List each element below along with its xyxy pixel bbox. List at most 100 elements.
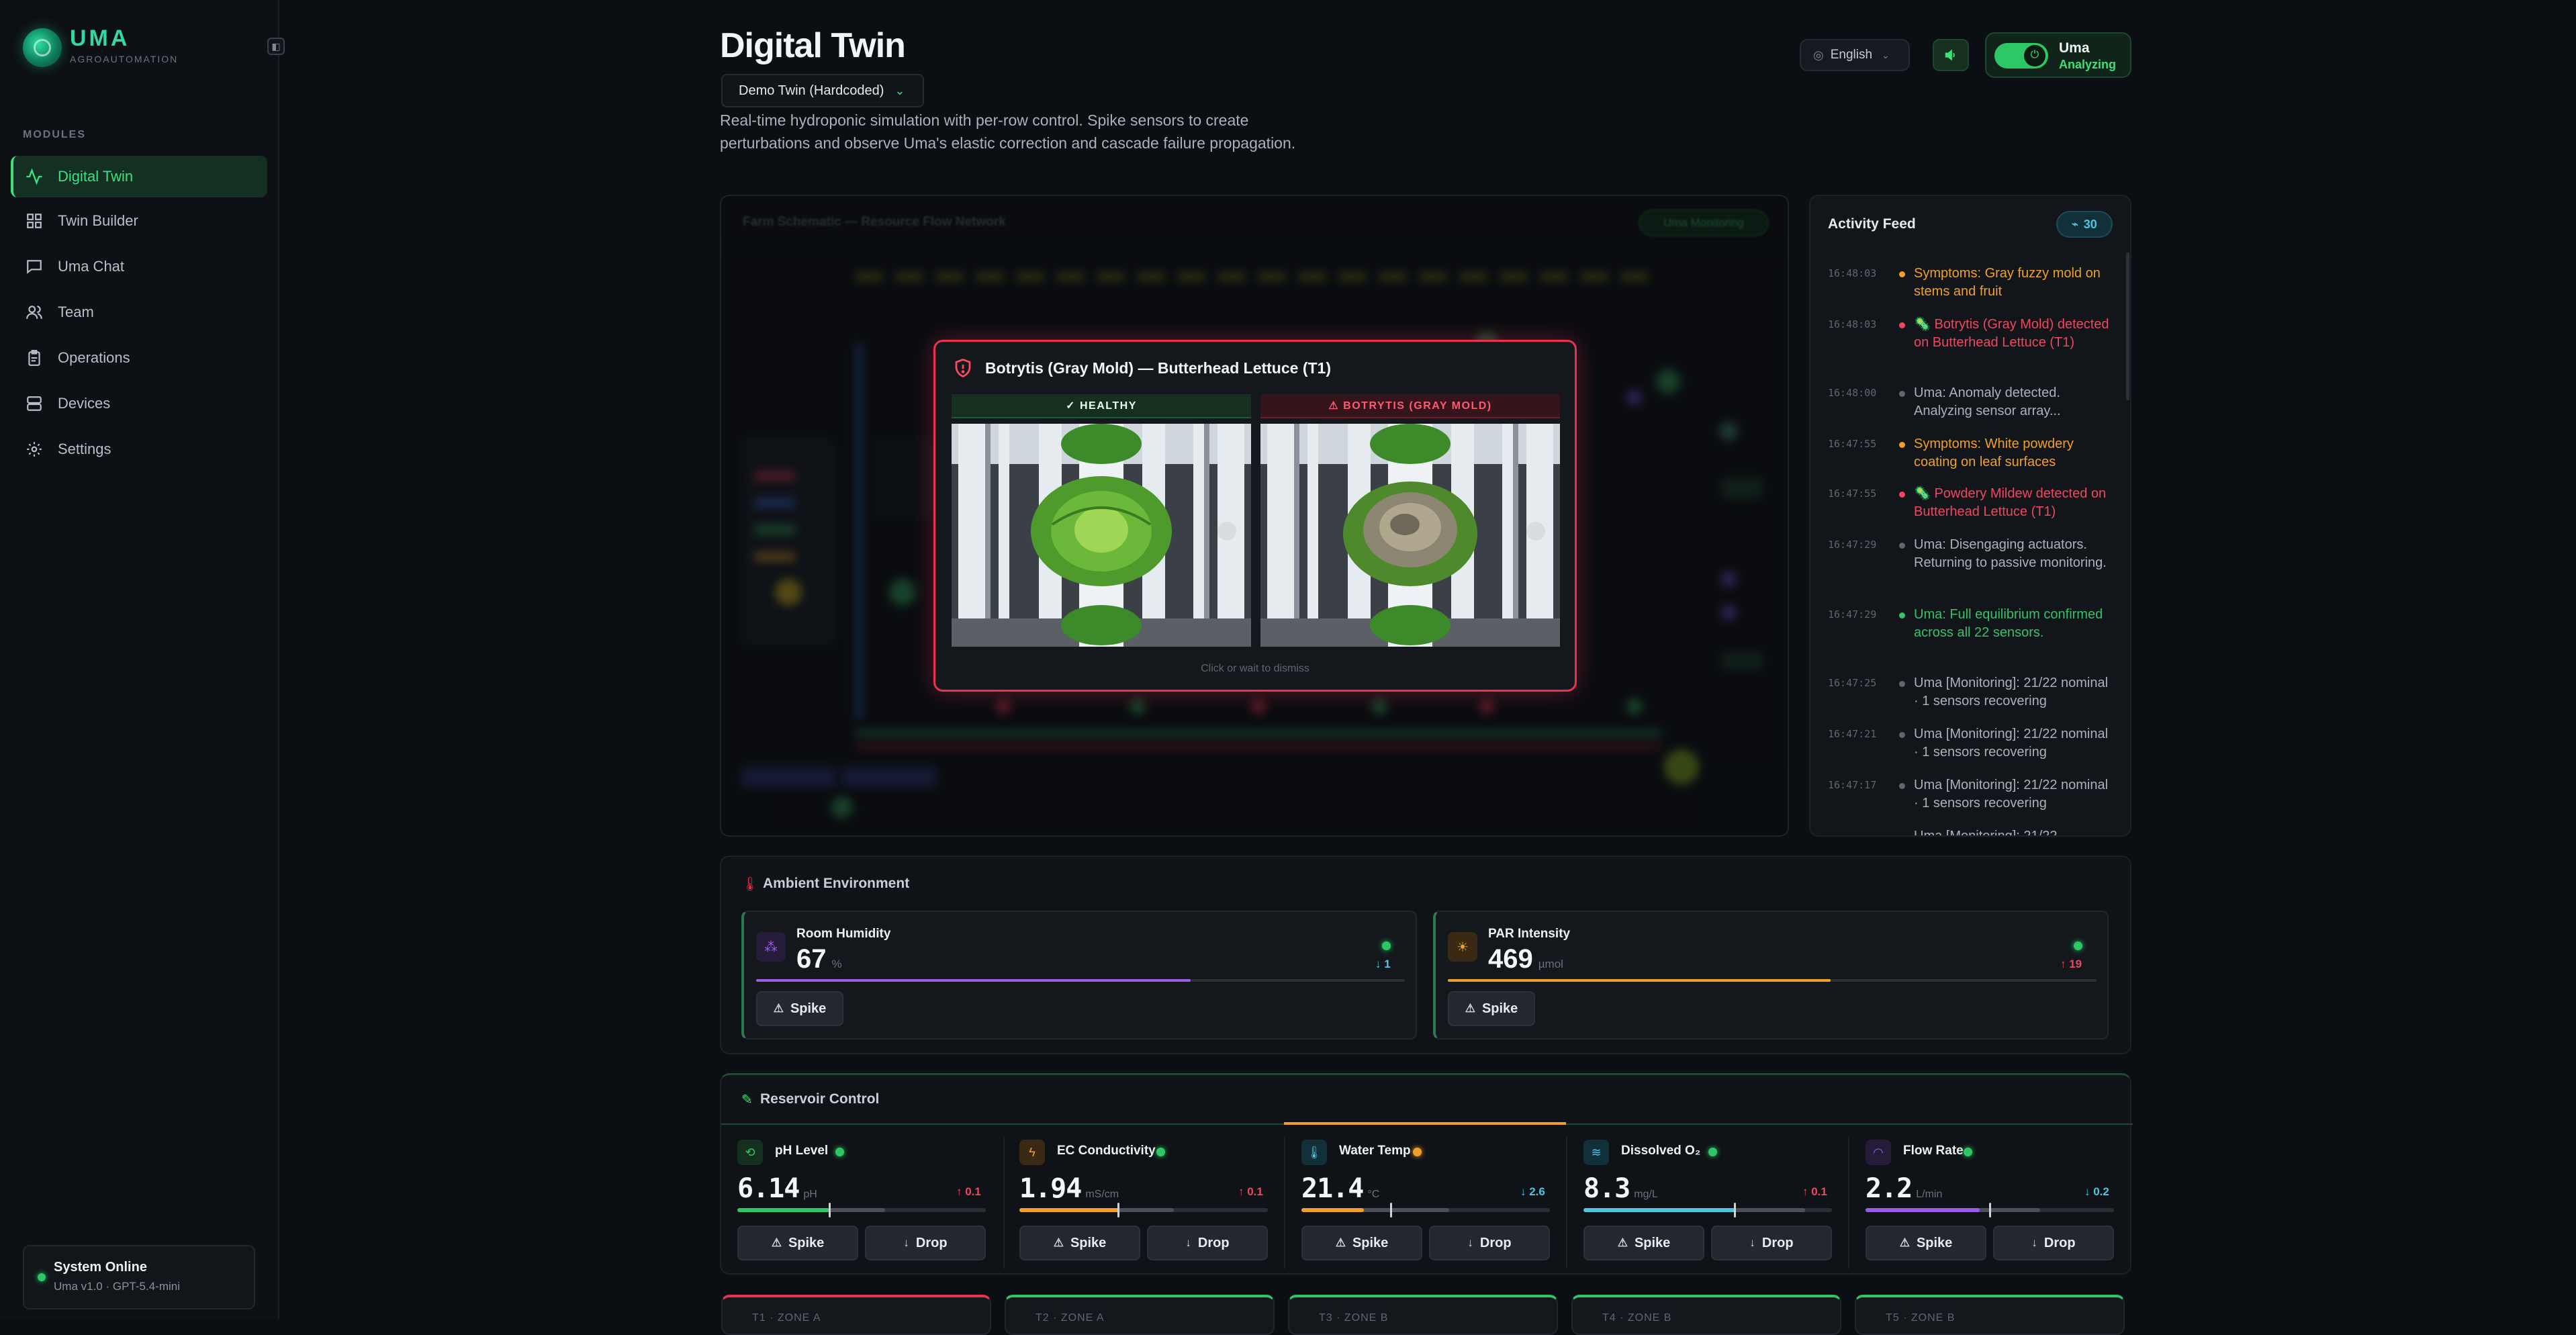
- zone-card[interactable]: T2 · ZONE A: [1005, 1295, 1275, 1335]
- sidebar-item-team[interactable]: Team: [11, 291, 267, 333]
- zone-card[interactable]: T5 · ZONE B: [1855, 1295, 2125, 1335]
- feed-text: 🦠 Powdery Mildew detected on Butterhead …: [1914, 486, 2107, 519]
- sensor-bar-fill: [1301, 1208, 1364, 1212]
- drop-button[interactable]: ↓ Drop: [1993, 1226, 2114, 1260]
- warning-icon: ⚠: [773, 1002, 784, 1015]
- spike-label: Spike: [1916, 1235, 1953, 1250]
- zone-card[interactable]: T1 · ZONE A: [721, 1295, 991, 1335]
- warning-icon: ⚠: [1899, 1236, 1910, 1249]
- spike-button[interactable]: ⚠ Spike: [1583, 1226, 1704, 1260]
- arrow-down-icon: ↓: [1467, 1236, 1473, 1249]
- sidebar-item-label: Uma Chat: [58, 258, 125, 275]
- diseased-lettuce-image: [1260, 424, 1560, 647]
- sensor-unit: pH: [803, 1189, 817, 1200]
- drop-button[interactable]: ↓ Drop: [1429, 1226, 1550, 1260]
- feed-dot: [1899, 543, 1905, 549]
- sensor-value-number: 6.14: [737, 1173, 800, 1204]
- spike-label: Spike: [788, 1235, 825, 1250]
- sidebar-item-label: Digital Twin: [58, 168, 134, 185]
- sidebar-collapse-icon[interactable]: ◧: [267, 38, 285, 55]
- spike-button[interactable]: ⚠ Spike: [1301, 1226, 1422, 1260]
- sidebar-item-uma-chat[interactable]: Uma Chat: [11, 246, 267, 287]
- drop-label: Drop: [1197, 1235, 1230, 1250]
- feed-time: 16:47:55: [1828, 438, 1877, 450]
- spike-button[interactable]: ⚠ Spike: [1019, 1226, 1140, 1260]
- modal-title: Botrytis (Gray Mold) — Butterhead Lettuc…: [985, 359, 1331, 377]
- spike-label: Spike: [1481, 1001, 1518, 1016]
- page-description: Real-time hydroponic simulation with per…: [720, 111, 1296, 152]
- feed-dot: [1899, 612, 1905, 618]
- feed-dot: [1899, 271, 1905, 277]
- spike-button[interactable]: ⚠ Spike: [1866, 1226, 1986, 1260]
- drop-label: Drop: [2043, 1235, 2076, 1250]
- twin-select[interactable]: Demo Twin (Hardcoded) ⌄: [721, 74, 924, 107]
- target-marker: [829, 1203, 831, 1217]
- spike-label: Spike: [790, 1001, 827, 1016]
- feed-text: Symptoms: White powdery coating on leaf …: [1914, 436, 2074, 469]
- sidebar-item-operations[interactable]: Operations: [11, 337, 267, 379]
- feed-time: 16:48:03: [1828, 318, 1877, 330]
- spike-label: Spike: [1352, 1235, 1389, 1250]
- sidebar-item-settings[interactable]: Settings: [11, 428, 267, 470]
- zone-card[interactable]: T4 · ZONE B: [1571, 1295, 1841, 1335]
- target-marker: [1989, 1203, 1991, 1217]
- spike-button[interactable]: ⚠ Spike: [756, 991, 843, 1026]
- sensor-delta: ↑ 0.1: [1238, 1185, 1263, 1198]
- feed-dot: [1899, 681, 1905, 687]
- activity-feed-panel: Activity Feed ⌁ 30 16:48:03 Symptoms: Gr…: [1809, 195, 2131, 837]
- feed-time: 16:47:29: [1828, 539, 1877, 551]
- zone-card[interactable]: T3 · ZONE B: [1288, 1295, 1558, 1335]
- sensor-bar: [1448, 979, 2097, 982]
- uma-status-card[interactable]: ⏻ Uma Analyzing: [1985, 32, 2131, 78]
- spike-button[interactable]: ⚠ Spike: [737, 1226, 858, 1260]
- status-dot: [2074, 941, 2082, 950]
- spike-button[interactable]: ⚠ Spike: [1448, 991, 1535, 1026]
- sidebar-item-label: Devices: [58, 395, 111, 412]
- arrow-down-icon: ↓: [903, 1236, 909, 1249]
- feed-text: Uma [Monitoring]: 21/22 nominal · 1 sens…: [1914, 778, 2109, 811]
- sensor-bar: [1583, 1203, 1832, 1217]
- sound-toggle-button[interactable]: [1933, 39, 1969, 71]
- uma-power-toggle[interactable]: ⏻: [1994, 43, 2048, 68]
- warning-icon: ⚠: [1335, 1236, 1346, 1249]
- healthy-lettuce-image: [952, 424, 1251, 647]
- sensor-value-number: 2.2: [1866, 1173, 1913, 1204]
- sensor-delta: ↓ 0.2: [2084, 1185, 2109, 1198]
- sidebar-item-digital-twin[interactable]: Digital Twin: [11, 156, 267, 197]
- drop-button[interactable]: ↓ Drop: [1711, 1226, 1832, 1260]
- feed-time: 16:47:55: [1828, 488, 1877, 500]
- language-select[interactable]: ◎ English ⌄: [1800, 39, 1910, 71]
- sensor-bar-fill: [1866, 1208, 1980, 1212]
- feed-text: Symptoms: Gray fuzzy mold on stems and f…: [1914, 266, 2101, 299]
- power-icon: ⏻: [2024, 45, 2045, 66]
- feed-time: 16:47:25: [1828, 677, 1877, 689]
- zone-label: T5 · ZONE B: [1886, 1312, 1956, 1324]
- feed-count-badge: ⌁ 30: [2056, 211, 2113, 238]
- status-dot: [835, 1148, 844, 1156]
- spike-label: Spike: [1634, 1235, 1671, 1250]
- status-dot: [1413, 1148, 1422, 1156]
- modules-label: MODULES: [23, 129, 86, 140]
- status-dot: [1964, 1148, 1972, 1156]
- feed-count: 30: [2083, 217, 2097, 231]
- drop-button[interactable]: ↓ Drop: [1147, 1226, 1268, 1260]
- drop-button[interactable]: ↓ Drop: [865, 1226, 986, 1260]
- feed-dot: [1899, 442, 1905, 448]
- feed-scrollbar[interactable]: [2126, 252, 2129, 400]
- feed-time: 16:47:29: [1828, 608, 1877, 620]
- water-temp-card: 🌡 Water Temp 21.4 °C ↓ 2.6 ⚠ Spike ↓ Drop: [1285, 1123, 1566, 1273]
- sensor-value-number: 1.94: [1019, 1173, 1082, 1204]
- feed-time: 16:47:21: [1828, 728, 1877, 740]
- disease-alert-modal[interactable]: Botrytis (Gray Mold) — Butterhead Lettuc…: [933, 340, 1577, 692]
- target-marker: [1390, 1203, 1392, 1217]
- sidebar-item-label: Operations: [58, 349, 130, 366]
- twin-select-value: Demo Twin (Hardcoded): [739, 83, 884, 98]
- target-marker: [1117, 1203, 1119, 1217]
- sidebar-item-devices[interactable]: Devices: [11, 383, 267, 424]
- zone-label: T3 · ZONE B: [1319, 1312, 1389, 1324]
- sensor-value: 8.3 mg/L: [1583, 1173, 1658, 1204]
- sidebar-item-twin-builder[interactable]: Twin Builder: [11, 200, 267, 242]
- humidity-icon: ⁂: [756, 932, 786, 962]
- sensor-value: 67%: [796, 944, 842, 974]
- grid-icon: [24, 211, 44, 231]
